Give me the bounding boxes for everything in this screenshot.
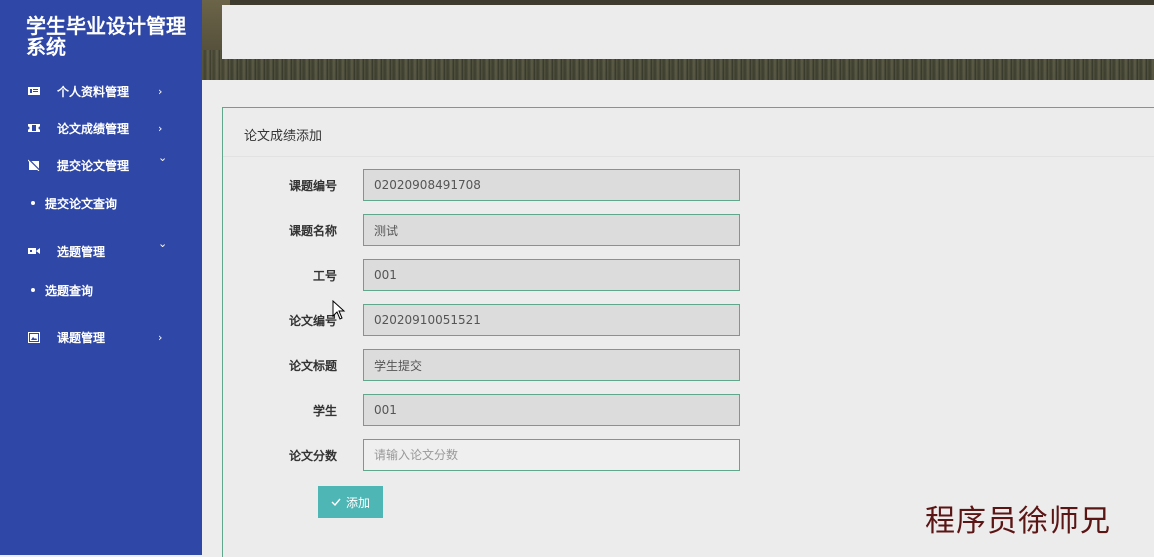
sidebar-item-label: 论文成绩管理 [57,121,130,136]
form-row-topic-name: 课题名称 [223,214,1154,246]
thesis-number-label: 论文编号 [288,314,337,328]
thesis-score-field[interactable] [363,439,740,471]
sidebar-subitem-topic-query[interactable]: 选题查询 [0,279,202,301]
sidebar-subitem-label: 选题查询 [45,283,94,298]
chevron-right-icon: › [158,84,163,98]
check-icon [331,495,341,509]
document-slash-icon [28,159,40,171]
student-field[interactable] [363,394,740,426]
sidebar-item-profile[interactable]: 个人资料管理 › [0,79,202,103]
sidebar-item-project[interactable]: 课题管理 › [0,325,202,349]
id-card-icon [28,85,40,97]
form-row-student: 学生 [223,394,1154,426]
thesis-score-label: 论文分数 [288,449,337,463]
topic-number-label: 课题编号 [288,179,337,193]
form-row-employee-id: 工号 [223,259,1154,291]
app-title: 学生毕业设计管理系统 [26,14,186,59]
add-button-label: 添加 [345,495,370,510]
add-button[interactable]: 添加 [318,486,383,518]
chevron-right-icon: › [158,121,163,135]
form-row-topic-number: 课题编号 [223,169,1154,201]
sidebar-item-submit-thesis[interactable]: 提交论文管理 ⌄ [0,151,202,177]
watermark: 程序员徐师兄 [925,504,1111,539]
topic-number-field[interactable] [363,169,740,201]
header-bar [222,5,1154,59]
video-camera-icon [28,245,40,257]
chevron-down-icon: ⌄ [158,237,168,250]
chevron-right-icon: › [158,330,163,344]
student-label: 学生 [312,404,337,418]
bullet-icon [31,201,35,205]
mouse-cursor-icon [332,300,346,320]
image-icon [28,331,40,343]
employee-id-field[interactable] [363,259,740,291]
sidebar-subitem-thesis-query[interactable]: 提交论文查询 [0,192,202,214]
sidebar-item-label: 课题管理 [57,330,106,345]
form-row-thesis-number: 论文编号 [223,304,1154,336]
sidebar: 学生毕业设计管理系统 个人资料管理 › 论文成绩管理 › 提交论文管理 ⌄ 提交… [0,0,202,555]
thesis-title-label: 论文标题 [288,359,337,373]
sidebar-item-label: 选题管理 [57,244,106,259]
sidebar-item-topic-selection[interactable]: 选题管理 ⌄ [0,237,202,263]
panel-header: 论文成绩添加 [223,108,1154,157]
thesis-number-field[interactable] [363,304,740,336]
sidebar-item-grades[interactable]: 论文成绩管理 › [0,116,202,140]
employee-id-label: 工号 [312,269,337,283]
sidebar-item-label: 提交论文管理 [57,158,130,173]
chevron-down-icon: ⌄ [158,151,168,164]
topic-name-field[interactable] [363,214,740,246]
sidebar-item-label: 个人资料管理 [57,84,130,99]
topic-name-label: 课题名称 [288,224,337,238]
grade-add-panel: 论文成绩添加 课题编号 课题名称 工号 论文编号 论文标题 学生 论文分数 添加 [222,107,1154,557]
bullet-icon [31,288,35,292]
sidebar-subitem-label: 提交论文查询 [45,196,118,211]
form-row-thesis-title: 论文标题 [223,349,1154,381]
panel-title: 论文成绩添加 [244,129,323,144]
ticket-icon [28,122,40,134]
form-row-thesis-score: 论文分数 [223,439,1154,471]
thesis-title-field[interactable] [363,349,740,381]
